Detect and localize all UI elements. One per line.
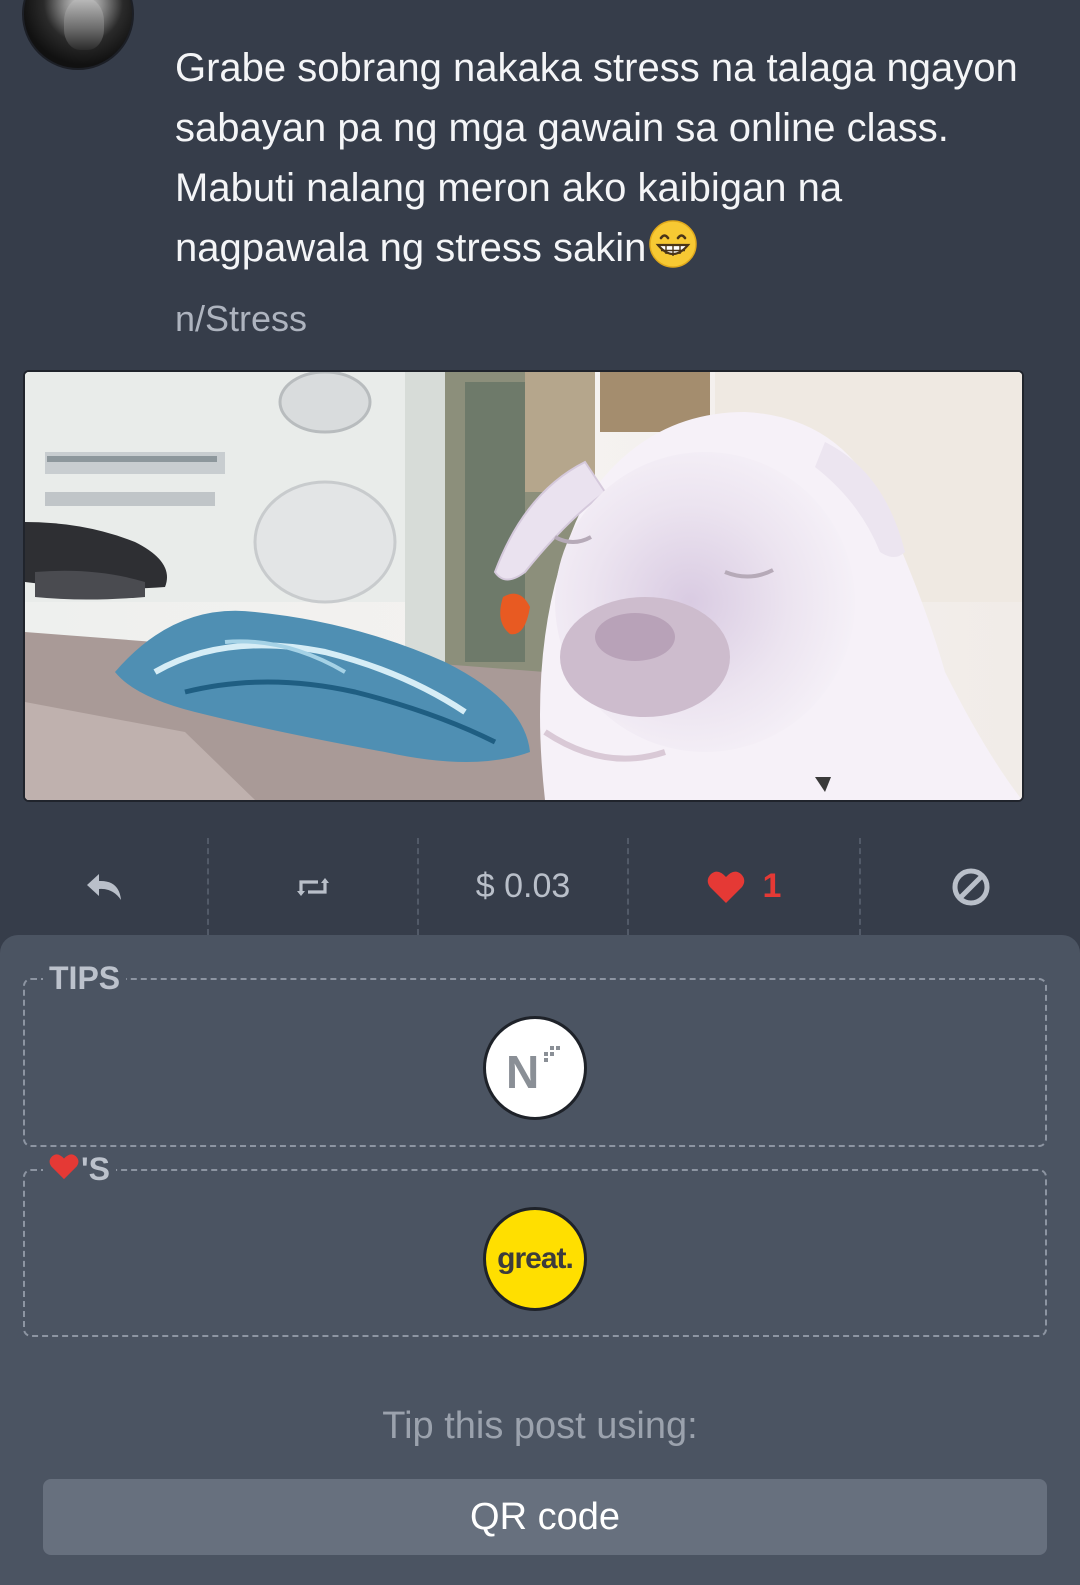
post-action-bar: $ 0.03 1 xyxy=(0,838,1080,935)
post-value-amount: $ 0.03 xyxy=(475,867,571,905)
heart-icon xyxy=(707,870,745,904)
tips-label: TIPS xyxy=(43,958,127,998)
likes-section: 'S great. xyxy=(23,1149,1047,1337)
n-logo-icon: N xyxy=(506,1046,560,1098)
avatar-face xyxy=(64,0,104,50)
tips-section: TIPS N xyxy=(23,958,1047,1147)
post-image[interactable] xyxy=(23,370,1024,802)
qr-code-button[interactable]: QR code xyxy=(43,1479,1047,1555)
block-button[interactable] xyxy=(861,838,1080,935)
repost-button[interactable] xyxy=(209,838,419,935)
author-avatar[interactable] xyxy=(22,0,134,70)
tipper-avatar[interactable]: N xyxy=(483,1016,587,1120)
reply-button[interactable] xyxy=(0,838,209,935)
liker-avatar[interactable]: great. xyxy=(483,1207,587,1311)
likes-label-text: 'S xyxy=(81,1151,110,1187)
post-body: Grabe sobrang nakaka stress na talaga ng… xyxy=(175,38,1035,278)
tip-prompt: Tip this post using: xyxy=(382,1405,698,1447)
dog-photo xyxy=(25,372,1022,800)
post-text: Grabe sobrang nakaka stress na talaga ng… xyxy=(175,46,1018,270)
qr-code-button-label: QR code xyxy=(470,1495,620,1538)
liker-badge-text: great. xyxy=(497,1242,574,1275)
post-value[interactable]: $ 0.03 xyxy=(419,838,629,935)
likes-label: 'S xyxy=(43,1149,116,1189)
repost-icon xyxy=(296,875,330,899)
like-button[interactable]: 1 xyxy=(629,838,861,935)
reply-icon xyxy=(85,872,123,902)
heart-icon xyxy=(49,1149,79,1189)
block-icon xyxy=(951,867,991,907)
community-link[interactable]: n/Stress xyxy=(175,298,307,340)
grinning-face-emoji xyxy=(648,219,698,269)
tipper-badge-text: N xyxy=(506,1046,539,1098)
like-count: 1 xyxy=(762,867,782,905)
